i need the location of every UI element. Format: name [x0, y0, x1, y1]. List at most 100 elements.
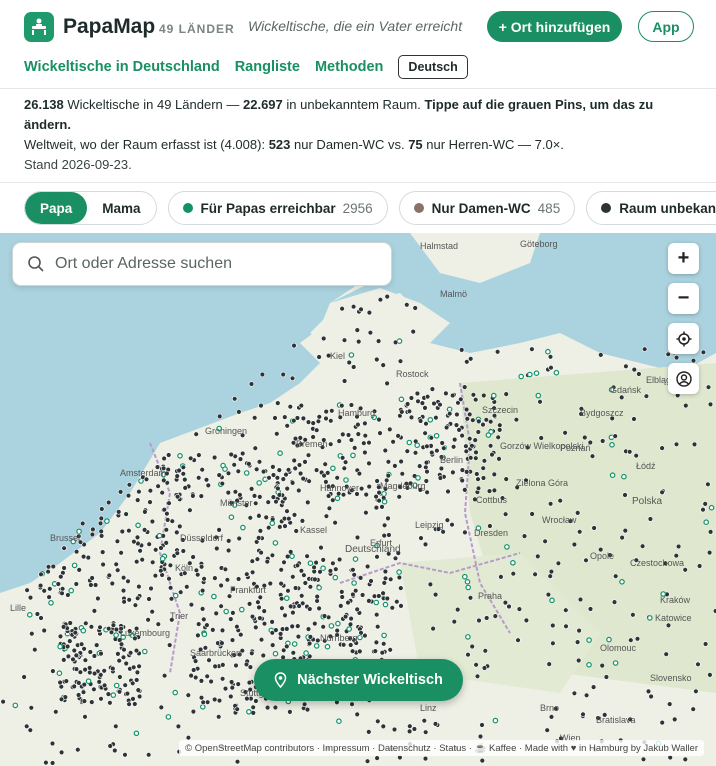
map-pin — [707, 672, 713, 678]
nav-methods[interactable]: Methoden — [315, 59, 383, 75]
nav-germany[interactable]: Wickeltische in Deutschland — [24, 59, 220, 75]
map-pin — [430, 625, 436, 632]
map-pin — [82, 666, 88, 673]
map-pin — [259, 371, 266, 378]
filter-chip-women-only[interactable]: Nur Damen-WC 485 — [398, 191, 576, 225]
map-pin — [134, 534, 141, 541]
map-pin — [28, 705, 34, 711]
map-pin — [328, 441, 334, 447]
map-pin — [224, 577, 231, 583]
map-pin — [281, 559, 287, 565]
mode-mama[interactable]: Mama — [87, 192, 155, 224]
map-pin — [453, 422, 460, 428]
map-pin — [131, 664, 137, 670]
map-pin — [125, 492, 132, 499]
map-pin — [37, 582, 44, 589]
map-pin — [135, 595, 141, 601]
map-pin — [399, 409, 405, 415]
map-pin — [188, 602, 195, 608]
search-input[interactable] — [53, 254, 377, 274]
map-pin — [666, 701, 673, 707]
map-pin — [139, 557, 145, 563]
map-pin — [53, 709, 59, 715]
map-label: Szczecin — [482, 405, 519, 415]
map-pin — [219, 627, 226, 634]
map-pin — [332, 574, 339, 581]
map-pin — [423, 421, 429, 427]
map-pin — [249, 650, 255, 656]
map-pin — [161, 673, 168, 679]
map-label: Cottbus — [476, 495, 508, 505]
map-pin — [462, 487, 468, 493]
nav-ranking[interactable]: Rangliste — [235, 59, 300, 75]
map-pin — [489, 451, 495, 458]
map-pin — [59, 590, 65, 596]
filter-chip-room-unknown[interactable]: Raum unbekannt — [586, 191, 716, 225]
map-pin — [216, 697, 223, 704]
papamap-logo[interactable] — [24, 12, 54, 42]
map-label: Köln — [175, 563, 194, 573]
map-pin — [276, 467, 282, 473]
map-pin — [626, 449, 633, 455]
map-pin — [203, 477, 210, 483]
map-pin — [549, 597, 555, 604]
add-place-button[interactable]: + Ort hinzufügen — [487, 11, 622, 42]
map-pin — [414, 390, 421, 397]
map-pin — [276, 492, 283, 498]
map-pin — [382, 575, 389, 581]
map-pin — [328, 623, 335, 629]
map-pin — [73, 652, 80, 659]
locate-me-button[interactable] — [668, 323, 699, 354]
map-pin — [75, 746, 81, 753]
map-pin — [163, 527, 170, 533]
map-pin — [246, 708, 252, 715]
map-pin — [382, 568, 389, 575]
map-pin — [236, 409, 242, 415]
map-pin — [432, 721, 439, 727]
map-attribution[interactable]: © OpenStreetMap contributors · Impressum… — [179, 740, 704, 756]
map-pin — [253, 698, 259, 704]
app-button[interactable]: App — [638, 11, 694, 42]
map-pin — [311, 564, 317, 571]
map-pin — [339, 305, 345, 312]
map-pin — [272, 540, 279, 546]
map-pin — [363, 510, 369, 516]
map-pin — [211, 593, 217, 600]
map-pin — [631, 366, 637, 373]
map-pin — [321, 472, 327, 479]
map-pin — [321, 335, 327, 342]
map-pin — [38, 571, 44, 577]
map-pin — [533, 370, 540, 377]
account-button[interactable] — [668, 363, 699, 394]
map-pin — [228, 451, 234, 458]
map-pin — [296, 603, 302, 609]
map-pin — [135, 522, 141, 529]
zoom-in-button[interactable]: + — [668, 243, 699, 274]
map-pin — [330, 497, 336, 503]
map-pin — [253, 624, 259, 631]
map-pin — [231, 462, 237, 468]
map-pin — [398, 603, 404, 609]
map-pin — [707, 529, 714, 535]
map-pin — [439, 440, 445, 446]
location-search[interactable] — [12, 242, 392, 286]
map-pin — [362, 433, 368, 439]
map-pin — [475, 476, 481, 482]
map-pin — [97, 624, 103, 630]
map-pin — [185, 692, 192, 698]
filter-chip-papa-reachable[interactable]: Für Papas erreichbar 2956 — [167, 191, 388, 225]
zoom-out-button[interactable]: − — [668, 283, 699, 314]
mode-papa[interactable]: Papa — [25, 192, 88, 224]
brand-name[interactable]: PapaMap — [63, 15, 155, 39]
map-pin — [165, 714, 172, 720]
map-pin — [299, 518, 306, 524]
map-pin — [497, 427, 503, 433]
language-select[interactable]: Deutsch — [398, 55, 468, 79]
map-pin — [429, 386, 436, 392]
nearest-changing-table-button[interactable]: Nächster Wickeltisch — [254, 659, 463, 701]
map-pin — [289, 375, 296, 382]
map-pin — [73, 549, 80, 555]
map-pin — [492, 717, 499, 724]
map-pin — [346, 626, 353, 632]
map-pin — [278, 580, 284, 587]
